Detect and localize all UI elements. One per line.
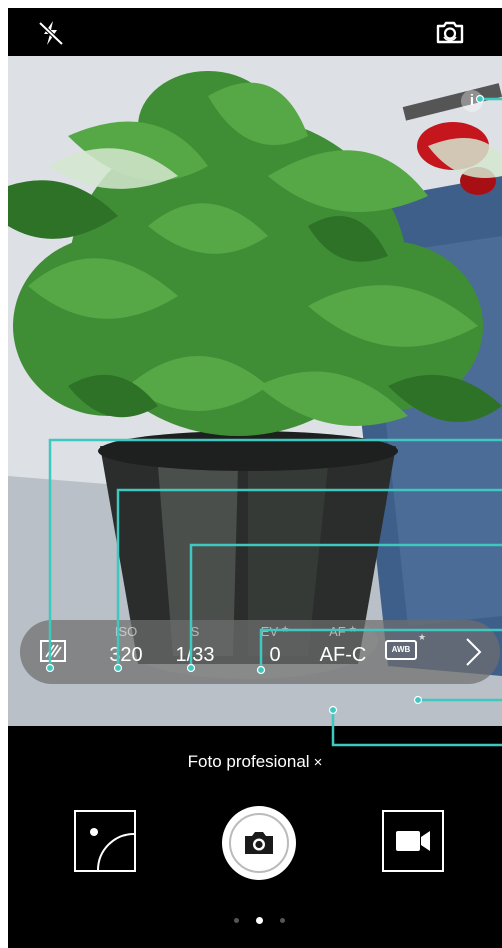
- ev-setting[interactable]: EV ★ 0: [252, 624, 298, 667]
- pro-settings-bar: ISO 320 S 1/33 EV ★ 0 AF ★ AF-C AWB ★: [20, 620, 500, 684]
- af-label-row: AF ★: [310, 624, 376, 640]
- pagination-dot-active[interactable]: [256, 917, 263, 924]
- camera-icon: [245, 832, 273, 854]
- shutter-button[interactable]: [222, 806, 296, 880]
- awb-button[interactable]: AWB: [385, 640, 417, 660]
- close-mode-icon[interactable]: ×: [314, 754, 323, 771]
- iso-setting[interactable]: ISO 320: [102, 624, 150, 667]
- video-camera-icon[interactable]: [382, 810, 444, 872]
- ev-label: EV: [260, 624, 279, 639]
- shutter-setting[interactable]: S 1/33: [164, 624, 226, 667]
- top-bar: [8, 8, 502, 56]
- flash-off-icon[interactable]: [34, 18, 68, 48]
- af-star-icon: ★: [348, 624, 357, 634]
- af-value: AF-C: [319, 644, 367, 666]
- pagination-dot[interactable]: [280, 918, 285, 923]
- gallery-thumbnail-icon[interactable]: [74, 810, 136, 872]
- ev-value: 0: [269, 644, 281, 666]
- iso-label: ISO: [114, 624, 138, 639]
- shutter-value: 1/33: [175, 644, 215, 666]
- mode-pagination: [230, 916, 290, 926]
- af-setting[interactable]: AF ★ AF-C: [310, 624, 376, 667]
- switch-camera-icon[interactable]: [430, 18, 470, 48]
- chevron-right-icon[interactable]: [462, 636, 484, 668]
- mode-label[interactable]: Foto profesional ×: [8, 752, 502, 772]
- metering-mode-icon[interactable]: [40, 640, 66, 662]
- iso-value: 320: [109, 644, 143, 666]
- awb-star-icon: ★: [418, 632, 427, 642]
- shutter-label: S: [190, 624, 200, 639]
- ev-star-icon: ★: [281, 624, 290, 634]
- mode-name: Foto profesional: [187, 752, 310, 771]
- af-label: AF: [329, 624, 346, 639]
- info-button[interactable]: i: [461, 90, 483, 112]
- ev-label-row: EV ★: [252, 624, 298, 640]
- camera-screen: i ISO 320 S 1/33 EV ★ 0 AF ★ AF-C AWB ★ …: [8, 8, 502, 948]
- pagination-dot[interactable]: [234, 918, 239, 923]
